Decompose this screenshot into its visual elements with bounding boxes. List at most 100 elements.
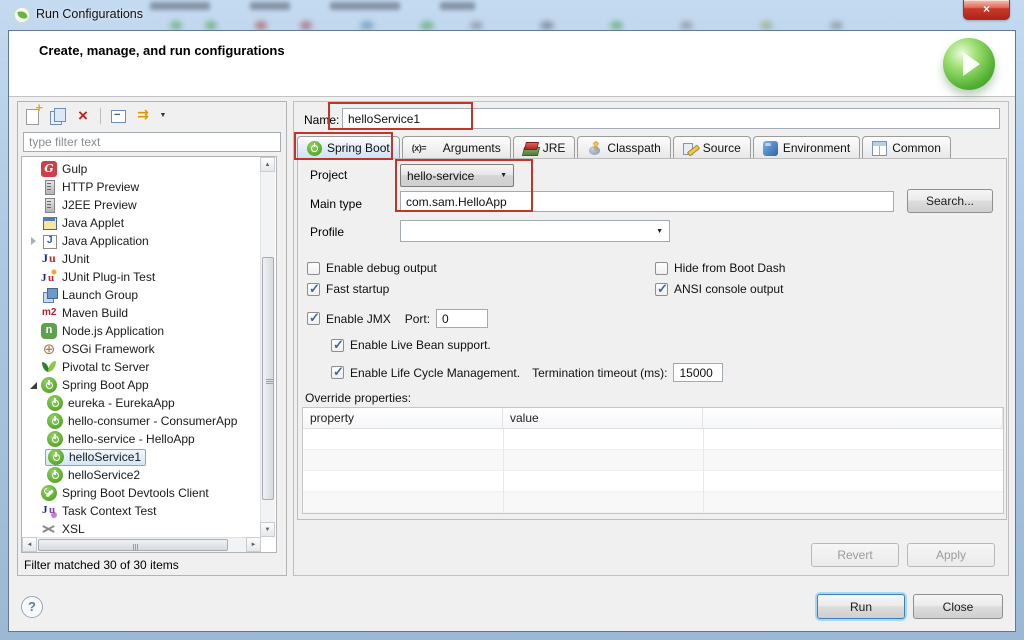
tab-source[interactable]: Source: [672, 136, 751, 159]
tree-item[interactable]: Java Application: [22, 232, 260, 250]
filter-input[interactable]: [23, 132, 281, 152]
tab-arguments[interactable]: Arguments: [401, 136, 511, 159]
column-header-value[interactable]: value: [503, 408, 703, 429]
scroll-up-icon[interactable]: ▲: [260, 157, 275, 172]
tree-item-selected[interactable]: helloService1: [22, 448, 260, 466]
checkbox-checked[interactable]: [331, 364, 344, 380]
delete-icon[interactable]: ×: [72, 105, 94, 127]
scroll-down-icon[interactable]: ▼: [260, 522, 275, 537]
tree-vertical-scrollbar[interactable]: ▲ ▼: [260, 157, 275, 537]
override-properties-table[interactable]: property value: [302, 407, 1004, 514]
filter-icon[interactable]: ⇉: [132, 105, 154, 127]
help-button[interactable]: ?: [21, 596, 43, 618]
blurred-toolbar-icon: [680, 21, 693, 30]
run-button[interactable]: Run: [817, 594, 905, 619]
launch-group-icon: [41, 287, 58, 303]
profile-combo[interactable]: ▼: [400, 220, 670, 242]
live-bean-checkbox-row[interactable]: Enable Live Bean support.: [331, 337, 491, 353]
table-row[interactable]: [303, 429, 1003, 450]
tree-item[interactable]: XSL: [22, 520, 260, 538]
table-row[interactable]: [303, 450, 1003, 471]
scrollbar-thumb[interactable]: [262, 257, 274, 500]
enable-debug-checkbox-row[interactable]: Enable debug output: [307, 261, 437, 275]
enable-jmx-checkbox-row[interactable]: Enable JMX Port:: [307, 309, 489, 328]
search-button[interactable]: Search...: [907, 189, 993, 213]
new-configuration-icon[interactable]: [22, 101, 44, 127]
checkbox-checked[interactable]: [307, 281, 320, 297]
junit-icon: [41, 251, 57, 267]
tree-item[interactable]: Pivotal tc Server: [22, 358, 260, 376]
view-menu-chevron-icon[interactable]: ▼: [157, 105, 169, 127]
tree-item[interactable]: Node.js Application: [22, 322, 260, 340]
termination-timeout-input[interactable]: [673, 363, 724, 382]
checkbox-checked[interactable]: [655, 281, 668, 297]
tree-item[interactable]: hello-consumer - ConsumerApp: [22, 412, 260, 430]
project-value: hello-service: [407, 168, 475, 183]
osgi-icon: [41, 341, 57, 357]
tree-horizontal-scrollbar[interactable]: ◄ ►: [22, 537, 261, 552]
table-row[interactable]: [303, 492, 1003, 513]
common-icon: [872, 140, 888, 156]
tree-item[interactable]: J2EE Preview: [22, 196, 260, 214]
checkbox-label: Hide from Boot Dash: [674, 261, 786, 275]
revert-button[interactable]: Revert: [811, 543, 899, 567]
tree-item[interactable]: OSGi Framework: [22, 340, 260, 358]
checkbox-checked[interactable]: [331, 337, 344, 353]
tab-classpath[interactable]: Classpath: [577, 136, 671, 159]
collapse-arrow-icon[interactable]: [27, 378, 41, 392]
project-combo[interactable]: hello-service ▼: [400, 164, 514, 187]
lifecycle-checkbox-row[interactable]: Enable Life Cycle Management. Terminatio…: [331, 363, 724, 382]
close-button[interactable]: Close: [913, 594, 1003, 619]
tree-item[interactable]: Spring Boot Devtools Client: [22, 484, 260, 502]
tree-item[interactable]: Java Applet: [22, 214, 260, 232]
collapse-all-icon[interactable]: [107, 105, 129, 127]
banner-title: Create, manage, and run configurations: [39, 43, 285, 58]
tree-item[interactable]: Task Context Test: [22, 502, 260, 520]
override-properties-label: Override properties:: [305, 391, 412, 405]
checkbox[interactable]: [655, 261, 668, 275]
blurred-toolbar-icon: [205, 21, 217, 30]
fast-startup-checkbox-row[interactable]: Fast startup: [307, 281, 389, 297]
name-input[interactable]: [342, 108, 1000, 129]
hide-boot-dash-checkbox-row[interactable]: Hide from Boot Dash: [655, 261, 785, 275]
tree-item[interactable]: JUnit: [22, 250, 260, 268]
task-context-icon: [41, 503, 57, 519]
close-window-button[interactable]: ×: [963, 0, 1010, 20]
tree-item[interactable]: Gulp: [22, 160, 260, 178]
tree-item[interactable]: helloService2: [22, 466, 260, 484]
tree-item[interactable]: JUnit Plug-in Test: [22, 268, 260, 286]
duplicate-icon[interactable]: [47, 105, 69, 127]
spring-boot-icon: [48, 449, 64, 465]
dialog-body: Create, manage, and run configurations ×…: [8, 30, 1016, 632]
tree-item[interactable]: hello-service - HelloApp: [22, 430, 260, 448]
tab-spring-boot[interactable]: Spring Boot: [297, 136, 400, 159]
tree-item[interactable]: Maven Build: [22, 304, 260, 322]
tab-label: Environment: [782, 141, 851, 155]
tree-item[interactable]: eureka - EurekaApp: [22, 394, 260, 412]
ansi-console-checkbox-row[interactable]: ANSI console output: [655, 281, 783, 297]
scroll-left-icon[interactable]: ◄: [22, 537, 37, 552]
apply-button[interactable]: Apply: [907, 543, 995, 567]
devtools-icon: [41, 485, 57, 501]
java-applet-icon: [41, 215, 57, 231]
scroll-right-icon[interactable]: ►: [246, 537, 261, 552]
tree-item[interactable]: Launch Group: [22, 286, 260, 304]
checkbox-checked[interactable]: [307, 310, 320, 326]
blurred-toolbar-icon: [830, 21, 843, 30]
tab-environment[interactable]: Environment: [752, 136, 861, 159]
table-row[interactable]: [303, 471, 1003, 492]
spring-boot-icon: [47, 413, 63, 429]
jre-icon: [523, 141, 538, 156]
checkbox-label: Enable Life Cycle Management.: [350, 365, 521, 380]
tab-common[interactable]: Common: [862, 136, 951, 159]
port-input[interactable]: [436, 309, 489, 328]
configurations-toolbar: × ⇉ ▼: [22, 101, 169, 128]
tree-item[interactable]: Spring Boot App: [22, 376, 260, 394]
scrollbar-thumb[interactable]: [38, 539, 228, 551]
tab-jre[interactable]: JRE: [512, 136, 576, 159]
column-header-property[interactable]: property: [303, 408, 503, 429]
expand-arrow-icon[interactable]: [27, 234, 41, 248]
checkbox[interactable]: [307, 261, 320, 275]
tree-item[interactable]: HTTP Preview: [22, 178, 260, 196]
main-type-input[interactable]: [400, 191, 894, 212]
